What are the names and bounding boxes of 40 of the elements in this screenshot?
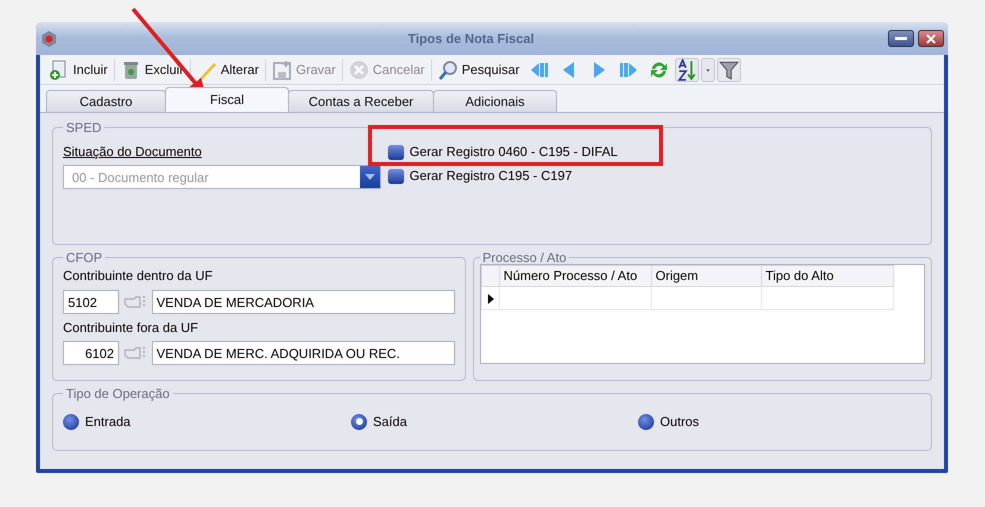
field-label: Contribuinte dentro da UF xyxy=(63,267,214,285)
group-title: SPED xyxy=(65,121,102,134)
app-icon xyxy=(40,30,58,48)
description-field[interactable]: VENDA DE MERCADORIA xyxy=(152,290,455,314)
radio-button[interactable]: Outros xyxy=(638,412,700,432)
tab[interactable]: Contas a Receber xyxy=(288,90,434,112)
close-button[interactable] xyxy=(918,30,944,47)
description-field[interactable]: VENDA DE MERC. ADQUIRIDA OU REC. xyxy=(152,341,455,365)
close-icon xyxy=(926,34,936,44)
radio-button[interactable]: Saída xyxy=(351,412,407,432)
caret-icon xyxy=(365,174,375,180)
checkbox-label: Gerar Registro C195 - C197 xyxy=(410,167,572,186)
delete-button[interactable]: Excluir xyxy=(118,56,187,82)
tab[interactable]: Fiscal xyxy=(165,87,289,112)
window-title: Tipos de Nota Fiscal xyxy=(406,30,536,48)
search-icon xyxy=(438,60,458,80)
code-field[interactable]: 6102 xyxy=(63,341,119,365)
column-header[interactable]: Origem xyxy=(651,266,761,286)
checkbox[interactable] xyxy=(388,168,404,184)
add-button[interactable]: Incluir xyxy=(46,56,111,82)
edit-button[interactable]: Alterar xyxy=(194,56,262,82)
column-header[interactable]: Tipo do Alto xyxy=(761,266,893,286)
checkbox[interactable] xyxy=(388,144,404,160)
cancel-icon xyxy=(348,60,369,80)
group-title: Tipo de Operação xyxy=(65,387,171,400)
group-title: Processo / Ato xyxy=(482,251,568,264)
field-label: Contribuinte fora da UF xyxy=(63,318,200,336)
radio-button[interactable]: Entrada xyxy=(63,412,131,432)
tab[interactable]: Adicionais xyxy=(433,90,557,112)
search-button[interactable]: Pesquisar xyxy=(434,56,523,82)
sort-icon[interactable] xyxy=(674,58,699,82)
field-label: Situação do Documento xyxy=(63,143,203,161)
minimize-icon xyxy=(895,37,907,40)
group-title: CFOP xyxy=(65,251,104,264)
filter-icon[interactable] xyxy=(716,58,741,82)
checkbox-label: Gerar Registro 0460 - C195 - DIFAL xyxy=(410,143,618,162)
tab[interactable]: Cadastro xyxy=(46,90,166,112)
code-field[interactable]: 5102 xyxy=(63,290,119,314)
minimize-button[interactable] xyxy=(888,30,914,47)
column-header[interactable]: Número Processo / Ato xyxy=(499,266,651,286)
